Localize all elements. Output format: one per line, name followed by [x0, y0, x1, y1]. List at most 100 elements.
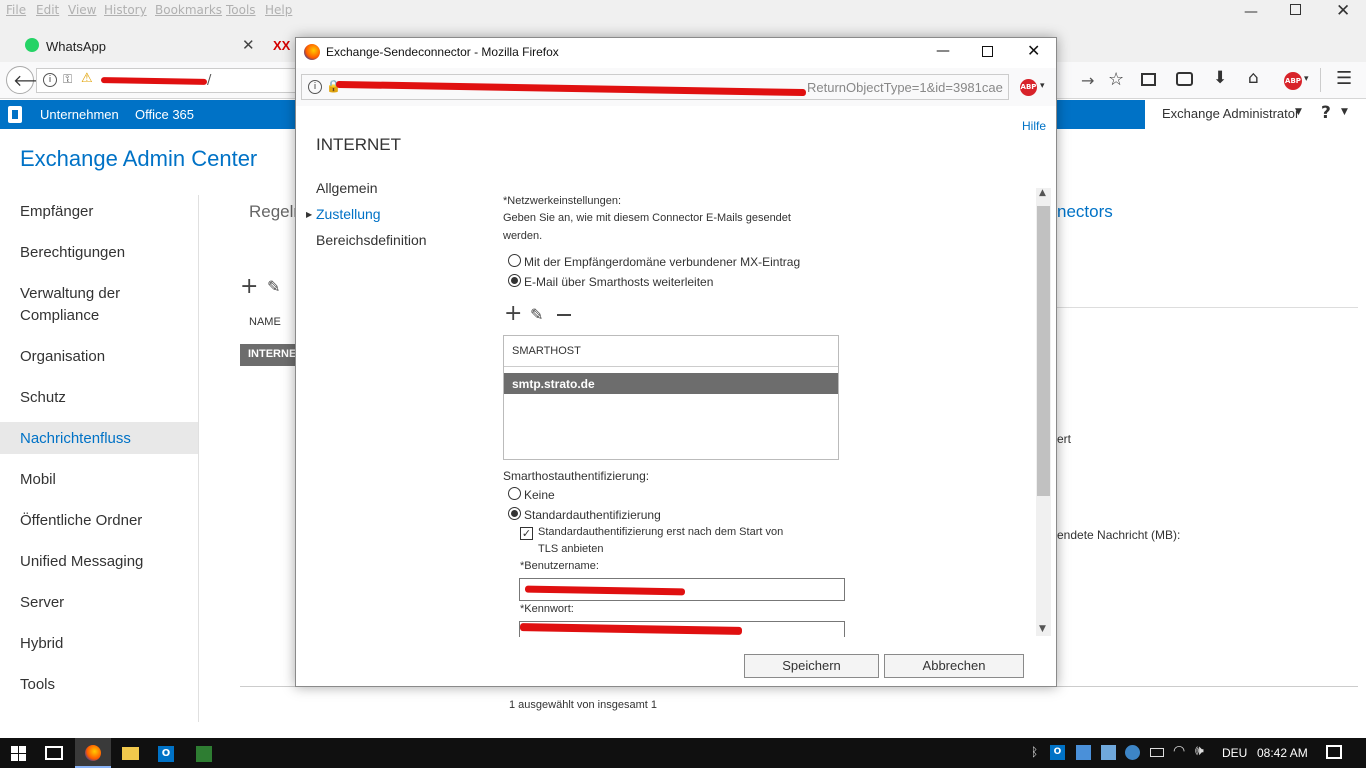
- volume-icon[interactable]: 🕪: [1195, 743, 1204, 759]
- menu-edit[interactable]: Edit: [36, 3, 59, 17]
- file-explorer-icon[interactable]: [122, 747, 139, 760]
- xx-icon[interactable]: XX: [273, 38, 290, 53]
- cancel-button[interactable]: Abbrechen: [884, 654, 1024, 678]
- scroll-up-icon[interactable]: ▲: [1039, 188, 1046, 198]
- battery-icon[interactable]: [1150, 748, 1164, 757]
- menu-view[interactable]: View: [68, 3, 96, 17]
- outlook-tray-icon[interactable]: O: [1050, 745, 1065, 760]
- scrollbar[interactable]: ▲ ▼: [1036, 188, 1051, 636]
- scroll-down-icon[interactable]: ▼: [1039, 624, 1046, 634]
- windows-start-icon[interactable]: [11, 746, 26, 761]
- info-icon[interactable]: i: [43, 73, 57, 87]
- column-name[interactable]: NAME: [249, 316, 281, 328]
- tray-skype-icon[interactable]: [1125, 745, 1140, 760]
- table-row-selected[interactable]: INTERNET: [240, 344, 303, 366]
- nav-nachrichtenfluss[interactable]: Nachrichtenfluss: [20, 430, 131, 447]
- chevron-down-icon[interactable]: ▾: [1304, 74, 1309, 84]
- edit-icon[interactable]: ✎: [267, 277, 280, 296]
- tab-close-icon[interactable]: ✕: [242, 36, 255, 54]
- section-allgemein[interactable]: Allgemein: [316, 180, 377, 196]
- go-arrow-icon[interactable]: →: [1081, 71, 1094, 90]
- bookmark-star-icon[interactable]: ☆: [1108, 69, 1124, 90]
- reader-list-icon[interactable]: [1141, 73, 1156, 86]
- menu-bookmarks[interactable]: Bookmarks: [155, 3, 222, 17]
- username-input[interactable]: [519, 578, 845, 601]
- add-icon[interactable]: +: [504, 301, 522, 326]
- nav-compliance-line2[interactable]: Compliance: [20, 307, 99, 324]
- pocket-icon[interactable]: [1176, 72, 1193, 86]
- nav-hybrid[interactable]: Hybrid: [20, 635, 63, 652]
- radio-mx[interactable]: [508, 254, 521, 267]
- close-icon[interactable]: ✕: [1336, 1, 1350, 21]
- scroll-thumb[interactable]: [1037, 206, 1050, 496]
- help-menu-icon[interactable]: ?: [1321, 103, 1331, 123]
- language-indicator[interactable]: DEU: [1222, 746, 1247, 760]
- menu-tools[interactable]: Tools: [226, 3, 256, 17]
- bluetooth-icon[interactable]: ᛒ: [1031, 745, 1038, 759]
- nav-server[interactable]: Server: [20, 594, 64, 611]
- radio-auth-basic[interactable]: [508, 507, 521, 520]
- wifi-icon[interactable]: ◠: [1173, 743, 1185, 759]
- nav-schutz[interactable]: Schutz: [20, 389, 66, 406]
- nav-unified-messaging[interactable]: Unified Messaging: [20, 553, 143, 570]
- task-view-icon[interactable]: [45, 746, 63, 760]
- close-icon[interactable]: ✕: [1027, 41, 1040, 60]
- taskbar-firefox[interactable]: [75, 738, 111, 768]
- hamburger-menu-icon[interactable]: ☰: [1336, 68, 1352, 89]
- chevron-down-icon[interactable]: ▾: [1040, 81, 1045, 91]
- remove-icon[interactable]: [557, 314, 571, 316]
- menu-file[interactable]: File: [6, 3, 26, 17]
- section-zustellung[interactable]: Zustellung: [316, 206, 381, 222]
- tray-network-icon[interactable]: [1101, 745, 1116, 760]
- clock[interactable]: 08:42 AM: [1257, 746, 1308, 760]
- save-button[interactable]: Speichern: [744, 654, 879, 678]
- home-icon[interactable]: ⌂: [1248, 68, 1259, 88]
- outlook-icon[interactable]: O: [158, 746, 174, 762]
- network-desc-1: Geben Sie an, wie mit diesem Connector E…: [503, 212, 791, 224]
- menu-bar: File Edit View History Bookmarks Tools H…: [0, 0, 1366, 26]
- link-office365[interactable]: Office 365: [135, 107, 194, 122]
- admin-user-menu[interactable]: Exchange Administrator ▼ ? ▼: [1145, 100, 1366, 129]
- url-bar[interactable]: i ⚿ ⚠ /: [36, 68, 296, 93]
- help-link[interactable]: Hilfe: [1022, 119, 1046, 133]
- dialog-title: Exchange-Sendeconnector - Mozilla Firefo…: [326, 45, 559, 59]
- nav-oeffentliche-ordner[interactable]: Öffentliche Ordner: [20, 512, 142, 529]
- menu-help[interactable]: Help: [265, 3, 292, 17]
- nav-tools[interactable]: Tools: [20, 676, 55, 693]
- nav-compliance-line1[interactable]: Verwaltung der: [20, 285, 120, 302]
- adblock-icon[interactable]: ABP: [1284, 72, 1302, 90]
- section-bereichsdefinition[interactable]: Bereichsdefinition: [316, 232, 427, 248]
- dialog-url-bar[interactable]: i 🔒 ReturnObjectType=1&id=3981cae: [301, 74, 1009, 100]
- redaction: [524, 585, 686, 596]
- adblock-icon[interactable]: ABP: [1020, 79, 1037, 96]
- edit-icon[interactable]: ✎: [530, 305, 543, 324]
- tray-app-icon[interactable]: [1076, 745, 1091, 760]
- table-row[interactable]: smtp.strato.de: [504, 373, 838, 394]
- add-icon[interactable]: +: [240, 274, 258, 299]
- nav-organisation[interactable]: Organisation: [20, 348, 105, 365]
- app-icon[interactable]: [196, 746, 212, 762]
- download-icon[interactable]: ⬇: [1213, 68, 1227, 88]
- tab-connectors[interactable]: nectors: [1057, 202, 1113, 222]
- dialog-titlebar[interactable]: Exchange-Sendeconnector - Mozilla Firefo…: [296, 38, 1056, 67]
- link-unternehmen[interactable]: Unternehmen: [40, 107, 119, 122]
- nav-berechtigungen[interactable]: Berechtigungen: [20, 244, 125, 261]
- nav-mobil[interactable]: Mobil: [20, 471, 56, 488]
- maximize-icon[interactable]: [982, 46, 993, 57]
- table-header[interactable]: SMARTHOST: [504, 336, 838, 367]
- back-button[interactable]: 🡐: [6, 66, 56, 94]
- restore-icon[interactable]: [1290, 4, 1301, 15]
- nav-empfaenger[interactable]: Empfänger: [20, 203, 93, 220]
- menu-history[interactable]: History: [104, 3, 147, 17]
- action-center-icon[interactable]: [1326, 745, 1342, 759]
- username-label: *Benutzername:: [520, 560, 599, 572]
- minimize-icon[interactable]: —: [1244, 4, 1258, 20]
- radio-smarthost[interactable]: [508, 274, 521, 287]
- auth-basic-label: Standardauthentifizierung: [524, 508, 661, 522]
- info-icon[interactable]: i: [308, 80, 322, 94]
- tls-checkbox[interactable]: ✓: [520, 527, 533, 540]
- password-input[interactable]: [519, 621, 845, 637]
- minimize-icon[interactable]: —: [936, 43, 950, 59]
- tab-whatsapp[interactable]: WhatsApp ✕: [0, 26, 264, 62]
- radio-auth-none[interactable]: [508, 487, 521, 500]
